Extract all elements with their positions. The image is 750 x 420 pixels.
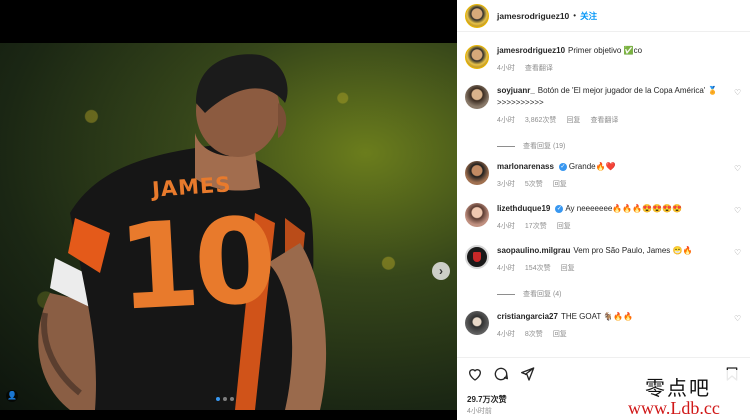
commenter-username[interactable]: marlonarenass — [497, 162, 554, 171]
caption-text: Primer objetivo ✅co — [568, 46, 643, 55]
replies-line — [497, 145, 515, 147]
commenter-username[interactable]: saopaulino.milgrau — [497, 246, 570, 255]
carousel-dots — [216, 397, 234, 401]
reply-button[interactable]: 回复 — [553, 329, 567, 339]
caption-time: 4小时 — [497, 65, 515, 72]
post-likes-count[interactable]: 29.7万次赞 — [467, 394, 507, 405]
jersey-number: 10 — [114, 191, 274, 337]
share-send-icon[interactable] — [519, 366, 535, 382]
reply-button[interactable]: 回复 — [561, 263, 575, 273]
like-comment-heart-icon[interactable]: ♡ — [734, 165, 742, 173]
view-replies-button[interactable]: 查看回复 (4) — [497, 289, 562, 299]
commenter-username[interactable]: soyjuanr_ — [497, 86, 535, 95]
comment-item: lizethduque19 ✓ Ay neeeeeee🔥🔥🔥😍😍😍😍 4小时 17次… — [465, 203, 742, 231]
verified-badge-icon: ✓ — [555, 204, 564, 213]
comment-item: soyjuanr_ Botón de 'El mejor jugador de l… — [465, 85, 742, 125]
caption-avatar[interactable] — [465, 45, 489, 69]
comment-text: THE GOAT 🐐🔥🔥 — [560, 312, 634, 321]
carousel-next-button[interactable]: › — [432, 262, 450, 280]
reply-button[interactable]: 回复 — [553, 179, 567, 189]
like-heart-icon[interactable] — [467, 366, 483, 382]
reply-button[interactable]: 回复 — [557, 221, 571, 231]
commenter-avatar[interactable] — [465, 85, 489, 109]
comment-text: Vem pro São Paulo, James 😁🔥 — [573, 246, 693, 255]
like-comment-heart-icon[interactable]: ♡ — [734, 89, 742, 97]
like-comment-heart-icon[interactable]: ♡ — [734, 207, 742, 215]
post-sidebar: jamesrodriguez10 • 关注 jamesrodriguez10 Pr… — [457, 0, 750, 420]
translate-link[interactable]: 查看翻译 — [590, 115, 618, 125]
post-photo[interactable]: JAMES 10 › — [0, 43, 457, 410]
commenter-username[interactable]: lizethduque19 — [497, 204, 550, 213]
carousel-dot — [223, 397, 227, 401]
comments-list[interactable]: jamesrodriguez10 Primer objetivo ✅co 4小时 … — [457, 37, 750, 357]
comment-item: cristiangarcia27 THE GOAT 🐐🔥🔥 4小时 8次赞 回复 … — [465, 311, 742, 339]
commenter-username[interactable]: cristiangarcia27 — [497, 312, 558, 321]
view-replies-label[interactable]: 查看回复 (4) — [523, 289, 562, 299]
comment-time: 4小时 — [497, 265, 515, 272]
instagram-post-view: JAMES 10 › 👤 jamesrodriguez10 • 关注 james… — [0, 0, 750, 420]
post-header: jamesrodriguez10 • 关注 — [457, 0, 750, 32]
commenter-avatar[interactable] — [465, 311, 489, 335]
watermark-url: www.Ldb.cc — [628, 398, 720, 418]
author-avatar[interactable] — [465, 3, 489, 28]
comment-likes[interactable]: 3,862次赞 — [525, 115, 557, 125]
commenter-avatar[interactable] — [465, 245, 489, 269]
comment-time: 4小时 — [497, 331, 515, 338]
follow-button[interactable]: 关注 — [580, 10, 597, 22]
comment-text: Ay neeeeeee🔥🔥🔥😍😍😍😍 — [565, 204, 683, 213]
caption-author[interactable]: jamesrodriguez10 — [497, 46, 565, 55]
comment-time: 3小时 — [497, 181, 515, 188]
comment-text: Grande🔥❤️ — [568, 162, 616, 171]
comment-time: 4小时 — [497, 223, 515, 230]
verified-badge-icon: ✓ — [558, 162, 567, 171]
carousel-dot — [216, 397, 220, 401]
post-timestamp: 4小时前 — [467, 408, 492, 415]
comment-time: 4小时 — [497, 117, 515, 124]
comment-likes[interactable]: 17次赞 — [525, 221, 547, 231]
author-username[interactable]: jamesrodriguez10 — [497, 11, 569, 21]
photo-panel: JAMES 10 › 👤 — [0, 0, 457, 420]
like-comment-heart-icon[interactable]: ♡ — [734, 315, 742, 323]
header-separator: • — [573, 11, 577, 20]
commenter-avatar[interactable] — [465, 203, 489, 227]
comment-bubble-icon[interactable] — [493, 366, 509, 382]
comment-item: marlonarenass ✓ Grande🔥❤️ 3小时 5次赞 回复 ♡ — [465, 161, 742, 189]
commenter-avatar[interactable] — [465, 161, 489, 185]
replies-line — [497, 293, 515, 295]
comment-item: saopaulino.milgrau Vem pro São Paulo, Jam… — [465, 245, 742, 273]
caption: jamesrodriguez10 Primer objetivo ✅co 4小时 … — [465, 45, 742, 73]
tagged-users-icon[interactable]: 👤 — [6, 390, 18, 402]
comment-likes[interactable]: 8次赞 — [525, 329, 543, 339]
view-replies-label[interactable]: 查看回复 (19) — [523, 141, 565, 151]
comment-likes[interactable]: 5次赞 — [525, 179, 543, 189]
view-replies-button[interactable]: 查看回复 (19) — [497, 141, 565, 151]
reply-button[interactable]: 回复 — [566, 115, 580, 125]
comment-likes[interactable]: 154次赞 — [525, 263, 551, 273]
watermark-chinese: 零点吧 — [645, 376, 711, 400]
caption-translate-link[interactable]: 查看翻译 — [525, 63, 553, 73]
carousel-dot — [230, 397, 234, 401]
like-comment-heart-icon[interactable]: ♡ — [734, 249, 742, 257]
